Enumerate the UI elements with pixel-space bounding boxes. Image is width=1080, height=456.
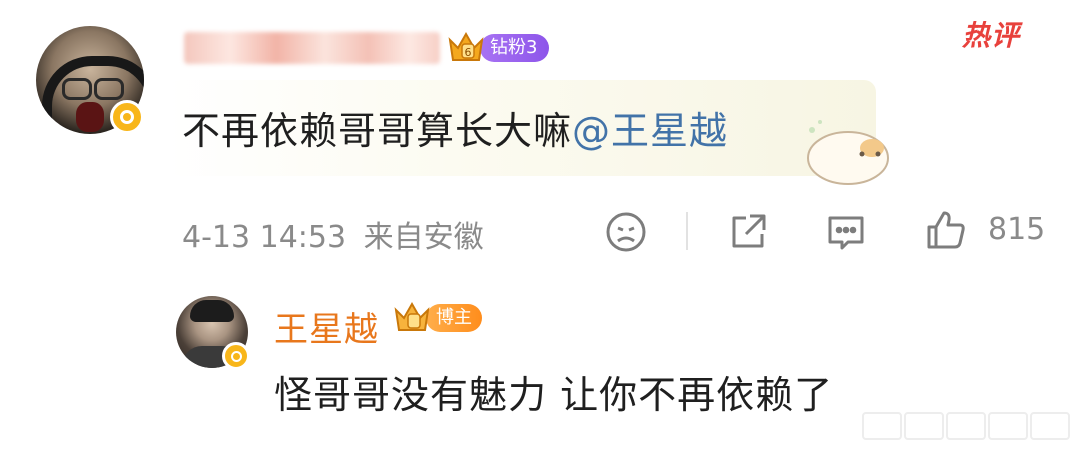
like-icon[interactable] [924,208,968,252]
reply-text: 怪哥哥没有魅力 让你不再依赖了 [274,373,834,417]
share-icon[interactable] [726,210,770,254]
timestamp: 4-13 14:53 [182,220,347,255]
action-divider [686,212,688,250]
dislike-icon[interactable] [604,210,648,254]
mention-link[interactable]: @王星越 [572,109,728,153]
comment-text: 不再依赖哥哥算长大嘛@王星越 [182,100,728,155]
location: 来自安徽 [363,220,484,255]
fan-level-label: 钻粉3 [480,34,550,62]
host-label: 博主 [426,304,482,332]
svg-text:6: 6 [465,46,472,59]
verified-icon [222,342,250,370]
crown-icon: 6 [446,30,486,66]
reply-author-name[interactable]: 王星越 [274,302,379,351]
host-badge: 博主 [392,300,482,336]
comment-icon[interactable] [824,210,868,254]
fan-level-badge[interactable]: 6 钻粉3 [446,30,550,66]
cat-sticker-icon [807,120,889,185]
verified-icon [110,100,144,134]
comment-text-main: 不再依赖哥哥算长大嘛 [182,109,573,153]
watermark-icon [862,412,1072,448]
crown-icon [392,300,432,336]
comment-meta: 4-13 14:53 来自安徽 [182,212,484,256]
commenter-name-blurred[interactable] [184,32,440,64]
like-count: 815 [988,212,1046,247]
hot-comment-tag: 热评 [962,19,1021,52]
